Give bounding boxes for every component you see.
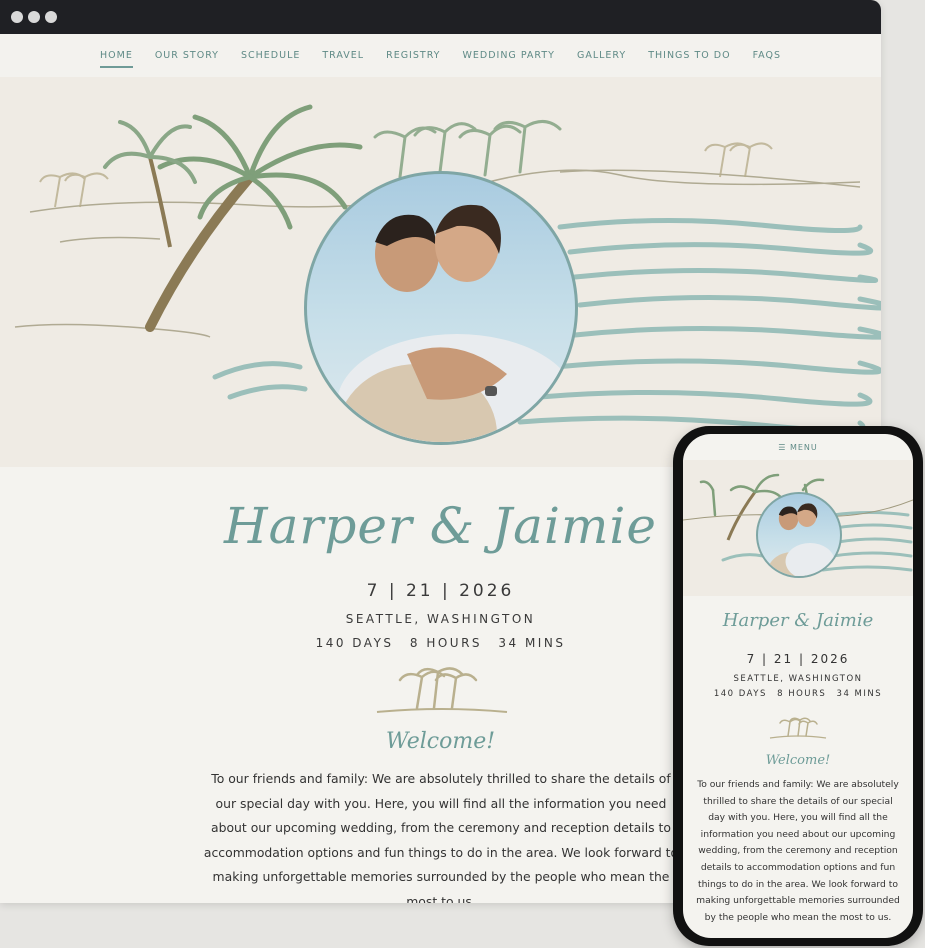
mobile-couple-illustration: [767, 503, 835, 576]
welcome-paragraph: To our friends and family: We are absolu…: [203, 771, 679, 903]
mobile-countdown-hours: 8 HOURS: [777, 689, 827, 699]
mobile-palm-divider-icon: [769, 717, 827, 739]
window-minimize-dot[interactable]: [28, 11, 40, 23]
nav-item-gallery[interactable]: GALLERY: [566, 50, 637, 61]
countdown-hours: 8 HOURS: [409, 636, 483, 650]
mobile-menu-button[interactable]: ☰ MENU: [683, 443, 913, 452]
nav-item-home[interactable]: HOME: [89, 50, 144, 68]
palm-divider-icon: [376, 667, 508, 713]
nav-item-faqs[interactable]: FAQS: [742, 50, 792, 61]
main-nav: HOME OUR STORY SCHEDULE TRAVEL REGISTRY …: [0, 34, 881, 77]
mobile-wedding-location: SEATTLE, WASHINGTON: [733, 674, 863, 684]
nav-item-things-to-do[interactable]: THINGS TO DO: [637, 50, 741, 61]
nav-item-travel[interactable]: TRAVEL: [311, 50, 375, 61]
mobile-countdown-mins: 34 MINS: [836, 689, 883, 699]
couple-portrait-photo: [304, 171, 578, 445]
mobile-menu-label: MENU: [789, 443, 818, 452]
mobile-welcome-paragraph: To our friends and family: We are absolu…: [696, 779, 900, 923]
nav-item-schedule[interactable]: SCHEDULE: [230, 50, 311, 61]
browser-titlebar: [0, 0, 881, 34]
countdown-days: 140 DAYS: [315, 636, 394, 650]
nav-item-wedding-party[interactable]: WEDDING PARTY: [452, 50, 566, 61]
mobile-phone-preview: ☰ MENU Harper & Jaimie 7 | 21 | 2026 SEA…: [673, 426, 923, 946]
mobile-hero-banner: [683, 460, 913, 596]
window-close-dot[interactable]: [11, 11, 23, 23]
couple-illustration: [337, 204, 575, 442]
phone-screen: ☰ MENU Harper & Jaimie 7 | 21 | 2026 SEA…: [683, 434, 913, 938]
nav-item-registry[interactable]: REGISTRY: [375, 50, 451, 61]
mobile-welcome-heading: Welcome!: [765, 753, 831, 768]
hero-banner: [0, 77, 881, 467]
window-maximize-dot[interactable]: [45, 11, 57, 23]
mobile-countdown: 140 DAYS 8 HOURS 34 MINS: [683, 689, 913, 699]
mobile-countdown-days: 140 DAYS: [713, 689, 767, 699]
nav-item-our-story[interactable]: OUR STORY: [144, 50, 230, 61]
mobile-couple-names: Harper & Jaimie: [722, 610, 874, 631]
mobile-wedding-date: 7 | 21 | 2026: [746, 652, 850, 666]
mobile-couple-photo: [756, 492, 842, 578]
hamburger-icon: ☰: [778, 443, 787, 452]
countdown-mins: 34 MINS: [498, 636, 566, 650]
